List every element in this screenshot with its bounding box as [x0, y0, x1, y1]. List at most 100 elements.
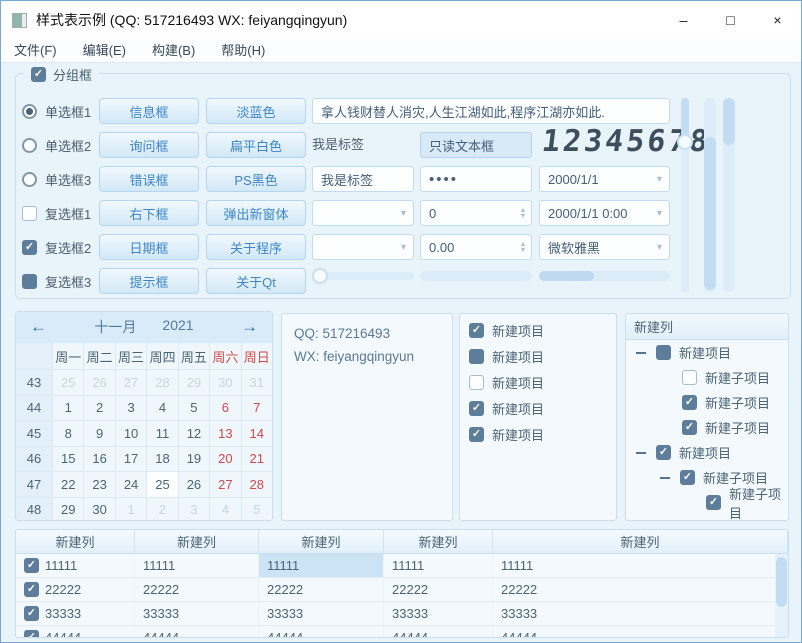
list-item[interactable]: ✓新建项目 — [460, 421, 616, 447]
calendar-day[interactable]: 27 — [116, 370, 146, 395]
list-item[interactable]: ✓新建项目 — [460, 317, 616, 343]
scrollbar-thumb[interactable] — [539, 271, 594, 281]
calendar-day[interactable]: 2 — [84, 396, 114, 421]
calendar-day[interactable]: 29 — [179, 370, 209, 395]
tree-item[interactable]: ✓新建子项目 — [626, 415, 788, 440]
style-button[interactable]: 淡蓝色 — [206, 98, 306, 124]
table-cell[interactable]: 22222 — [135, 578, 259, 601]
checkbox-partial-icon[interactable] — [656, 345, 671, 360]
horizontal-scrollbar[interactable] — [539, 271, 670, 281]
table-row[interactable]: ✓1111111111111111111111111 — [16, 554, 788, 578]
calendar-day[interactable]: 10 — [116, 421, 146, 446]
radio-option[interactable]: 单选框3 — [22, 166, 91, 192]
calendar-day[interactable]: 29 — [53, 498, 83, 522]
dialog-button[interactable]: 提示框 — [99, 268, 199, 294]
calendar-day[interactable]: 28 — [242, 472, 272, 497]
checkbox-checked-icon[interactable]: ✓ — [22, 240, 37, 255]
calendar-day[interactable]: 1 — [116, 498, 146, 522]
datetime-edit[interactable]: 2000/1/1 0:00 ▾ — [539, 200, 670, 226]
checkbox-checked-icon[interactable]: ✓ — [656, 445, 671, 460]
radio-off-icon[interactable] — [22, 172, 37, 187]
radio-option[interactable]: 单选框2 — [22, 132, 91, 158]
calendar-day[interactable]: 30 — [84, 498, 114, 522]
checkbox-checked-icon[interactable]: ✓ — [682, 420, 697, 435]
table-vertical-scrollbar[interactable] — [775, 554, 788, 637]
table-cell[interactable]: 44444 — [135, 626, 259, 638]
dialog-button[interactable]: 信息框 — [99, 98, 199, 124]
scrollbar-thumb[interactable] — [723, 98, 735, 145]
calendar-day[interactable]: 3 — [179, 498, 209, 522]
table-cell[interactable]: 11111 — [135, 554, 259, 577]
table-row[interactable]: ✓2222222222222222222222222 — [16, 578, 788, 602]
text-input[interactable]: 我是标签 — [312, 166, 414, 192]
groupbox-title[interactable]: ✓ 分组框 — [24, 65, 99, 84]
calendar-day[interactable]: 5 — [179, 396, 209, 421]
horizontal-scrollbar-empty[interactable] — [420, 271, 532, 281]
table-cell[interactable]: ✓11111 — [16, 554, 135, 577]
table-cell[interactable]: ✓44444 — [16, 626, 135, 638]
calendar-day[interactable]: 1 — [53, 396, 83, 421]
checkbox-checked-icon[interactable]: ✓ — [680, 470, 695, 485]
calendar-day[interactable]: 15 — [53, 447, 83, 472]
text-area[interactable]: QQ: 517216493 WX: feiyangqingyun — [281, 313, 453, 521]
calendar-day[interactable]: 21 — [242, 447, 272, 472]
table-cell[interactable]: 11111 — [259, 554, 384, 577]
radio-option[interactable]: 单选框1 — [22, 98, 91, 124]
calendar-day[interactable]: 12 — [179, 421, 209, 446]
spinner-arrows-icon[interactable]: ▴▾ — [521, 207, 525, 219]
password-input[interactable]: •••• — [420, 166, 532, 192]
vertical-slider[interactable] — [677, 98, 693, 292]
spin-box[interactable]: 0 ▴▾ — [420, 200, 532, 226]
combo-box-1[interactable]: ▾ — [312, 200, 414, 226]
tree-item[interactable]: ✓新建项目 — [626, 440, 788, 465]
calendar-day[interactable]: 16 — [84, 447, 114, 472]
checkbox-checked-icon[interactable]: ✓ — [469, 427, 484, 442]
horizontal-slider[interactable] — [312, 268, 414, 284]
calendar-day[interactable]: 30 — [210, 370, 240, 395]
style-button[interactable]: 关于Qt — [206, 268, 306, 294]
calendar-day[interactable]: 25 — [53, 370, 83, 395]
quote-input[interactable]: 拿人钱财替人消灾,人生江湖如此,程序江湖亦如此. — [312, 98, 670, 124]
table-column-header[interactable]: 新建列 — [16, 530, 135, 554]
dialog-button[interactable]: 错误框 — [99, 166, 199, 192]
menu-item[interactable]: 构建(B) — [139, 39, 208, 63]
menu-item[interactable]: 文件(F) — [1, 39, 70, 63]
checkbox-unchecked-icon[interactable] — [469, 375, 484, 390]
calendar-day[interactable]: 9 — [84, 421, 114, 446]
calendar-month[interactable]: 十一月 — [94, 317, 136, 337]
table-cell[interactable]: 22222 — [259, 578, 384, 601]
list-item[interactable]: ✓新建项目 — [460, 395, 616, 421]
slider-handle[interactable] — [677, 134, 693, 150]
table-cell[interactable]: 44444 — [259, 626, 384, 638]
close-button[interactable]: × — [754, 1, 801, 39]
checkbox-checked-icon[interactable]: ✓ — [469, 401, 484, 416]
dialog-button[interactable]: 右下框 — [99, 200, 199, 226]
calendar-day[interactable]: 11 — [147, 421, 177, 446]
calendar-day[interactable]: 8 — [53, 421, 83, 446]
calendar-day[interactable]: 4 — [147, 396, 177, 421]
table-column-header[interactable]: 新建列 — [493, 530, 788, 554]
checkbox-checked-icon[interactable]: ✓ — [24, 606, 39, 621]
style-button[interactable]: PS黑色 — [206, 166, 306, 192]
double-spin-box[interactable]: 0.00 ▴▾ — [420, 234, 532, 260]
tree-item[interactable]: 新建项目 — [626, 340, 788, 365]
checkbox-unchecked-icon[interactable] — [682, 370, 697, 385]
minimize-button[interactable]: – — [660, 1, 707, 39]
tree-item[interactable]: ✓新建子项目 — [626, 390, 788, 415]
tree-item[interactable]: 新建子项目 — [626, 365, 788, 390]
table-cell[interactable]: 33333 — [493, 602, 788, 625]
table-cell[interactable]: 44444 — [384, 626, 493, 638]
dialog-button[interactable]: 询问框 — [99, 132, 199, 158]
menu-item[interactable]: 帮助(H) — [208, 39, 278, 63]
calendar-day[interactable]: 2 — [147, 498, 177, 522]
calendar-day[interactable]: 26 — [179, 472, 209, 497]
checkbox-checked-icon[interactable]: ✓ — [24, 582, 39, 597]
style-button[interactable]: 弹出新窗体 — [206, 200, 306, 226]
tree-header[interactable]: 新建列 — [626, 314, 788, 340]
table-cell[interactable]: 33333 — [135, 602, 259, 625]
table-cell[interactable]: ✓22222 — [16, 578, 135, 601]
radio-on-icon[interactable] — [22, 104, 37, 119]
table-cell[interactable]: 44444 — [493, 626, 788, 638]
date-edit[interactable]: 2000/1/1 ▾ — [539, 166, 670, 192]
checkbox-checked-icon[interactable]: ✓ — [31, 67, 46, 82]
